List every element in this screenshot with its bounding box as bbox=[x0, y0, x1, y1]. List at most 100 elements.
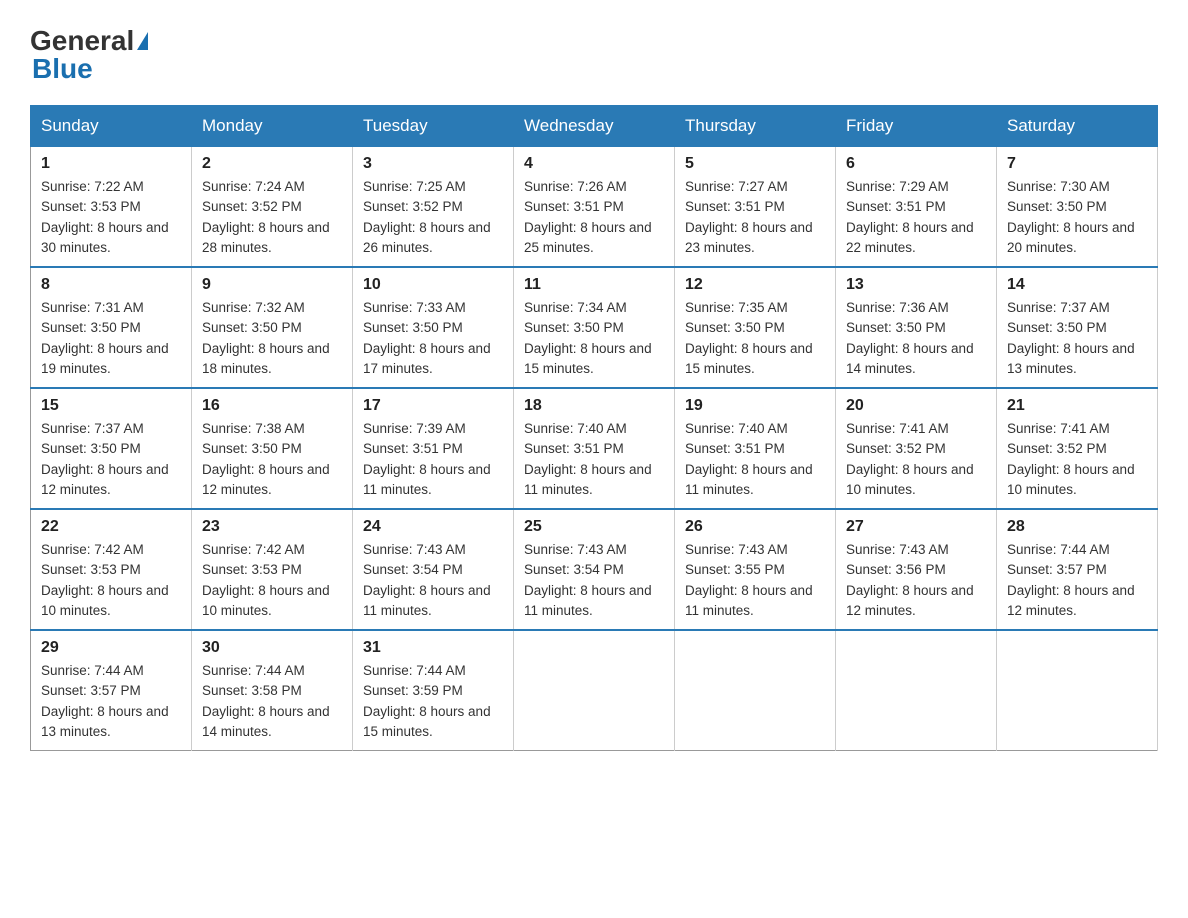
header-day-thursday: Thursday bbox=[675, 106, 836, 147]
day-info: Sunrise: 7:40 AMSunset: 3:51 PMDaylight:… bbox=[685, 419, 825, 500]
day-info: Sunrise: 7:25 AMSunset: 3:52 PMDaylight:… bbox=[363, 177, 503, 258]
day-info: Sunrise: 7:41 AMSunset: 3:52 PMDaylight:… bbox=[846, 419, 986, 500]
day-number: 21 bbox=[1007, 397, 1147, 415]
day-number: 7 bbox=[1007, 155, 1147, 173]
day-info: Sunrise: 7:22 AMSunset: 3:53 PMDaylight:… bbox=[41, 177, 181, 258]
header-day-sunday: Sunday bbox=[31, 106, 192, 147]
day-number: 26 bbox=[685, 518, 825, 536]
day-info: Sunrise: 7:43 AMSunset: 3:54 PMDaylight:… bbox=[363, 540, 503, 621]
logo: General Blue bbox=[30, 20, 150, 85]
day-info: Sunrise: 7:24 AMSunset: 3:52 PMDaylight:… bbox=[202, 177, 342, 258]
calendar-day-cell: 25 Sunrise: 7:43 AMSunset: 3:54 PMDayligh… bbox=[514, 509, 675, 630]
calendar-day-cell: 23 Sunrise: 7:42 AMSunset: 3:53 PMDayligh… bbox=[192, 509, 353, 630]
calendar-day-cell: 16Sunrise: 7:38 AMSunset: 3:50 PMDayligh… bbox=[192, 388, 353, 509]
calendar-day-cell: 15 Sunrise: 7:37 AMSunset: 3:50 PMDayligh… bbox=[31, 388, 192, 509]
day-info: Sunrise: 7:41 AMSunset: 3:52 PMDaylight:… bbox=[1007, 419, 1147, 500]
header-day-tuesday: Tuesday bbox=[353, 106, 514, 147]
day-info: Sunrise: 7:43 AMSunset: 3:54 PMDaylight:… bbox=[524, 540, 664, 621]
day-info: Sunrise: 7:34 AMSunset: 3:50 PMDaylight:… bbox=[524, 298, 664, 379]
calendar-table: SundayMondayTuesdayWednesdayThursdayFrid… bbox=[30, 105, 1158, 751]
day-info: Sunrise: 7:30 AMSunset: 3:50 PMDaylight:… bbox=[1007, 177, 1147, 258]
calendar-day-cell bbox=[514, 630, 675, 751]
calendar-day-cell bbox=[836, 630, 997, 751]
day-number: 17 bbox=[363, 397, 503, 415]
day-number: 12 bbox=[685, 276, 825, 294]
calendar-day-cell: 19 Sunrise: 7:40 AMSunset: 3:51 PMDayligh… bbox=[675, 388, 836, 509]
day-info: Sunrise: 7:42 AMSunset: 3:53 PMDaylight:… bbox=[41, 540, 181, 621]
calendar-day-cell: 26 Sunrise: 7:43 AMSunset: 3:55 PMDayligh… bbox=[675, 509, 836, 630]
day-number: 1 bbox=[41, 155, 181, 173]
day-number: 18 bbox=[524, 397, 664, 415]
calendar-day-cell: 20Sunrise: 7:41 AMSunset: 3:52 PMDayligh… bbox=[836, 388, 997, 509]
day-info: Sunrise: 7:37 AMSunset: 3:50 PMDaylight:… bbox=[41, 419, 181, 500]
logo-blue-line: Blue bbox=[30, 53, 93, 85]
day-number: 22 bbox=[41, 518, 181, 536]
calendar-day-cell: 14 Sunrise: 7:37 AMSunset: 3:50 PMDayligh… bbox=[997, 267, 1158, 388]
header-day-wednesday: Wednesday bbox=[514, 106, 675, 147]
calendar-week-row: 22 Sunrise: 7:42 AMSunset: 3:53 PMDayligh… bbox=[31, 509, 1158, 630]
logo-triangle-icon bbox=[137, 32, 148, 50]
calendar-day-cell: 8 Sunrise: 7:31 AMSunset: 3:50 PMDaylight… bbox=[31, 267, 192, 388]
day-number: 4 bbox=[524, 155, 664, 173]
calendar-week-row: 15 Sunrise: 7:37 AMSunset: 3:50 PMDayligh… bbox=[31, 388, 1158, 509]
day-number: 16 bbox=[202, 397, 342, 415]
day-number: 23 bbox=[202, 518, 342, 536]
day-number: 19 bbox=[685, 397, 825, 415]
calendar-day-cell: 12 Sunrise: 7:35 AMSunset: 3:50 PMDayligh… bbox=[675, 267, 836, 388]
day-info: Sunrise: 7:44 AMSunset: 3:58 PMDaylight:… bbox=[202, 661, 342, 742]
day-number: 14 bbox=[1007, 276, 1147, 294]
calendar-day-cell: 29 Sunrise: 7:44 AMSunset: 3:57 PMDayligh… bbox=[31, 630, 192, 751]
day-info: Sunrise: 7:31 AMSunset: 3:50 PMDaylight:… bbox=[41, 298, 181, 379]
calendar-day-cell: 1 Sunrise: 7:22 AMSunset: 3:53 PMDaylight… bbox=[31, 147, 192, 268]
calendar-day-cell: 4 Sunrise: 7:26 AMSunset: 3:51 PMDaylight… bbox=[514, 147, 675, 268]
day-number: 6 bbox=[846, 155, 986, 173]
day-number: 3 bbox=[363, 155, 503, 173]
header-day-saturday: Saturday bbox=[997, 106, 1158, 147]
day-number: 8 bbox=[41, 276, 181, 294]
calendar-day-cell: 22 Sunrise: 7:42 AMSunset: 3:53 PMDayligh… bbox=[31, 509, 192, 630]
day-number: 5 bbox=[685, 155, 825, 173]
day-info: Sunrise: 7:32 AMSunset: 3:50 PMDaylight:… bbox=[202, 298, 342, 379]
day-number: 24 bbox=[363, 518, 503, 536]
day-info: Sunrise: 7:26 AMSunset: 3:51 PMDaylight:… bbox=[524, 177, 664, 258]
calendar-day-cell: 28 Sunrise: 7:44 AMSunset: 3:57 PMDayligh… bbox=[997, 509, 1158, 630]
header-day-friday: Friday bbox=[836, 106, 997, 147]
day-info: Sunrise: 7:29 AMSunset: 3:51 PMDaylight:… bbox=[846, 177, 986, 258]
calendar-day-cell: 2Sunrise: 7:24 AMSunset: 3:52 PMDaylight… bbox=[192, 147, 353, 268]
calendar-day-cell: 27Sunrise: 7:43 AMSunset: 3:56 PMDayligh… bbox=[836, 509, 997, 630]
day-number: 28 bbox=[1007, 518, 1147, 536]
calendar-day-cell bbox=[675, 630, 836, 751]
day-info: Sunrise: 7:44 AMSunset: 3:59 PMDaylight:… bbox=[363, 661, 503, 742]
day-info: Sunrise: 7:37 AMSunset: 3:50 PMDaylight:… bbox=[1007, 298, 1147, 379]
calendar-day-cell: 21 Sunrise: 7:41 AMSunset: 3:52 PMDayligh… bbox=[997, 388, 1158, 509]
day-info: Sunrise: 7:35 AMSunset: 3:50 PMDaylight:… bbox=[685, 298, 825, 379]
day-number: 15 bbox=[41, 397, 181, 415]
day-number: 29 bbox=[41, 639, 181, 657]
day-info: Sunrise: 7:43 AMSunset: 3:56 PMDaylight:… bbox=[846, 540, 986, 621]
calendar-day-cell: 5Sunrise: 7:27 AMSunset: 3:51 PMDaylight… bbox=[675, 147, 836, 268]
calendar-day-cell: 18 Sunrise: 7:40 AMSunset: 3:51 PMDayligh… bbox=[514, 388, 675, 509]
calendar-day-cell: 10 Sunrise: 7:33 AMSunset: 3:50 PMDayligh… bbox=[353, 267, 514, 388]
day-number: 25 bbox=[524, 518, 664, 536]
calendar-day-cell: 17 Sunrise: 7:39 AMSunset: 3:51 PMDayligh… bbox=[353, 388, 514, 509]
day-info: Sunrise: 7:39 AMSunset: 3:51 PMDaylight:… bbox=[363, 419, 503, 500]
day-number: 10 bbox=[363, 276, 503, 294]
day-info: Sunrise: 7:42 AMSunset: 3:53 PMDaylight:… bbox=[202, 540, 342, 621]
calendar-day-cell: 11 Sunrise: 7:34 AMSunset: 3:50 PMDayligh… bbox=[514, 267, 675, 388]
day-number: 31 bbox=[363, 639, 503, 657]
header-day-monday: Monday bbox=[192, 106, 353, 147]
day-number: 9 bbox=[202, 276, 342, 294]
day-number: 11 bbox=[524, 276, 664, 294]
calendar-day-cell: 30Sunrise: 7:44 AMSunset: 3:58 PMDayligh… bbox=[192, 630, 353, 751]
calendar-day-cell: 24 Sunrise: 7:43 AMSunset: 3:54 PMDayligh… bbox=[353, 509, 514, 630]
calendar-header-row: SundayMondayTuesdayWednesdayThursdayFrid… bbox=[31, 106, 1158, 147]
day-info: Sunrise: 7:44 AMSunset: 3:57 PMDaylight:… bbox=[41, 661, 181, 742]
day-info: Sunrise: 7:33 AMSunset: 3:50 PMDaylight:… bbox=[363, 298, 503, 379]
day-info: Sunrise: 7:36 AMSunset: 3:50 PMDaylight:… bbox=[846, 298, 986, 379]
day-info: Sunrise: 7:43 AMSunset: 3:55 PMDaylight:… bbox=[685, 540, 825, 621]
calendar-day-cell bbox=[997, 630, 1158, 751]
calendar-week-row: 8 Sunrise: 7:31 AMSunset: 3:50 PMDaylight… bbox=[31, 267, 1158, 388]
day-info: Sunrise: 7:44 AMSunset: 3:57 PMDaylight:… bbox=[1007, 540, 1147, 621]
day-info: Sunrise: 7:40 AMSunset: 3:51 PMDaylight:… bbox=[524, 419, 664, 500]
day-number: 13 bbox=[846, 276, 986, 294]
